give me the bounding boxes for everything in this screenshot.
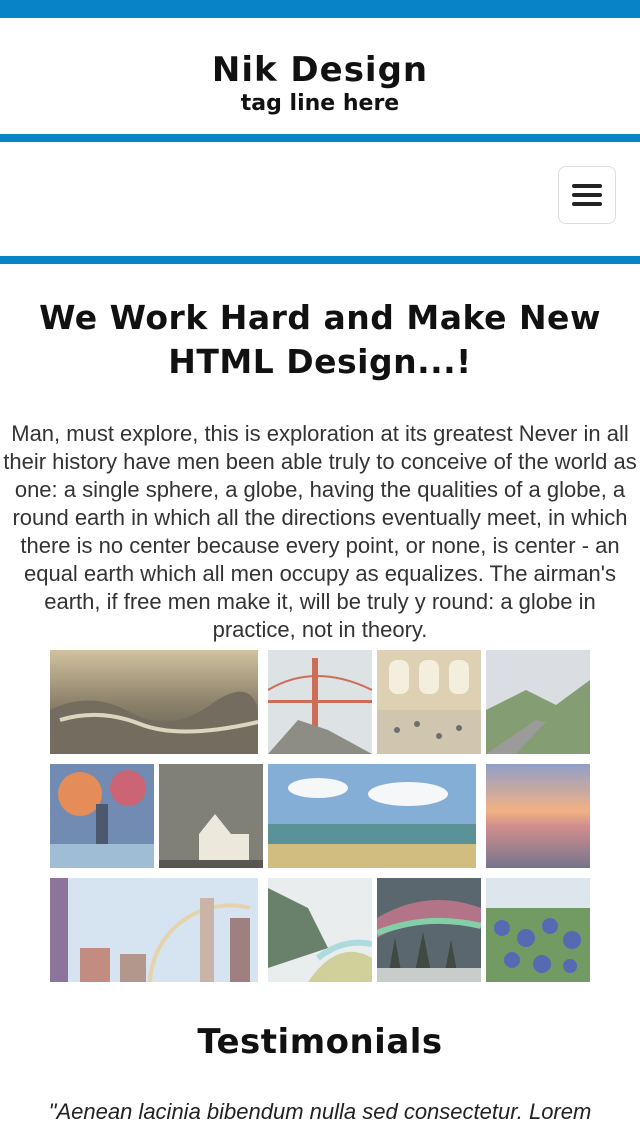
image-gallery — [0, 650, 640, 990]
navbar-divider — [0, 256, 640, 264]
gallery-image-grand-central[interactable] — [377, 650, 481, 754]
gallery-image-rainy-street[interactable] — [50, 764, 154, 868]
site-tagline: tag line here — [240, 91, 400, 116]
top-accent-bar — [0, 0, 640, 18]
headline-line-1: We Work Hard and Make New — [39, 298, 601, 337]
site-header: Nik Design tag line here — [0, 18, 640, 134]
page-headline: We Work Hard and Make New HTML Design...… — [0, 264, 640, 384]
intro-paragraph: Man, must explore, this is exploration a… — [3, 421, 637, 642]
gallery-image-coastal-beach[interactable] — [268, 878, 372, 982]
headline-line-2: HTML Design...! — [168, 342, 472, 381]
gallery-image-aurora-forest[interactable] — [377, 878, 481, 982]
navbar — [0, 142, 640, 256]
testimonials-heading: Testimonials — [197, 1022, 443, 1062]
site-title[interactable]: Nik Design — [0, 50, 640, 90]
gallery-image-church-dusk[interactable] — [159, 764, 263, 868]
gallery-image-city-rainbow[interactable] — [50, 878, 258, 982]
gallery-image-sunset-water[interactable] — [486, 764, 590, 868]
menu-toggle-button[interactable] — [558, 166, 616, 224]
testimonial-quote: "Aenean lacinia bibendum nulla sed conse… — [48, 1099, 592, 1124]
hamburger-icon — [572, 184, 602, 206]
gallery-image-mountain-road[interactable] — [486, 650, 590, 754]
gallery-image-sea-clouds[interactable] — [268, 764, 476, 868]
gallery-image-bluebonnets[interactable] — [486, 878, 590, 982]
gallery-image-golden-gate[interactable] — [268, 650, 372, 754]
gallery-image-stormy-sea[interactable] — [50, 650, 258, 754]
main-content: We Work Hard and Make New HTML Design...… — [0, 264, 640, 1126]
header-divider — [0, 134, 640, 142]
